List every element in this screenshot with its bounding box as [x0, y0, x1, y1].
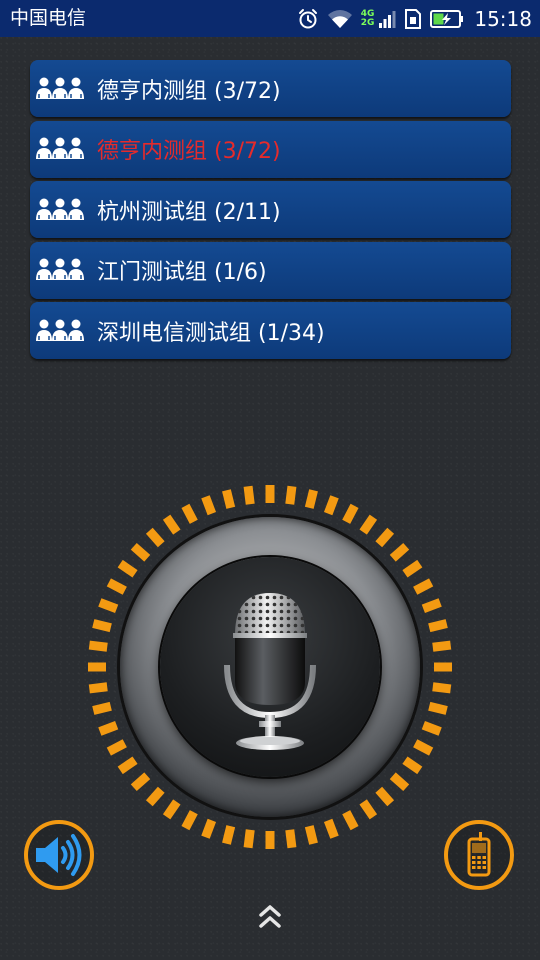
group-item[interactable]: 深圳电信测试组 (1/34): [30, 302, 511, 359]
ptt-ring-segment: [98, 598, 119, 614]
ptt-ring-segment: [432, 682, 452, 694]
speaker-button[interactable]: [24, 820, 94, 890]
ptt-ring-segment: [402, 559, 423, 578]
ptt-ring-segment: [432, 640, 452, 652]
ptt-bezel: [120, 517, 420, 817]
ptt-ring-segment: [222, 825, 236, 845]
ptt-ring-segment: [117, 559, 138, 578]
ptt-ring-segment: [88, 682, 108, 694]
group-label: 德亨内测组 (3/72): [97, 139, 281, 164]
ptt-ring-segment: [181, 810, 198, 831]
ptt-ring-segment: [304, 825, 318, 845]
ptt-ring-segment: [375, 527, 395, 548]
ptt-ring-segment: [428, 619, 448, 633]
status-bar: 中国电信 4G 2G 15:18: [0, 0, 540, 37]
ptt-control: [85, 482, 455, 852]
microphone-icon: [224, 593, 316, 750]
ptt-ring-segment: [342, 503, 359, 524]
ptt-ring-segment: [389, 772, 410, 792]
ptt-ring-segment: [285, 829, 297, 849]
ptt-ring-segment: [323, 818, 339, 839]
network-type: 4G 2G: [360, 9, 375, 28]
mobile-phone-icon: [467, 832, 491, 877]
ptt-ring-segment: [106, 578, 127, 595]
ptt-ring-segment: [145, 527, 165, 548]
group-icon: [36, 319, 84, 341]
ptt-ring-segment: [201, 818, 217, 839]
ptt-ring-segment: [243, 829, 255, 849]
carrier-name: 中国电信: [10, 7, 87, 29]
ptt-button[interactable]: [160, 557, 380, 777]
ptt-ring-segment: [106, 739, 127, 756]
ptt-ring-segment: [285, 485, 297, 505]
group-icon: [36, 77, 84, 99]
group-item[interactable]: 杭州测试组 (2/11): [30, 181, 511, 238]
status-icons: 4G 2G 15:18: [289, 0, 532, 37]
ptt-ring-segment: [92, 619, 112, 633]
ptt-ring-segment: [117, 756, 138, 775]
group-label: 德亨内测组 (3/72): [97, 78, 281, 104]
ptt-ring-segment: [359, 799, 378, 820]
ptt-ring-segment: [98, 720, 119, 736]
ptt-ring-segment: [413, 578, 434, 595]
ptt-ring-segment: [421, 598, 442, 614]
ptt-ring-segment: [304, 489, 318, 509]
ptt-ring-segment: [145, 786, 165, 807]
signal-icon: [379, 10, 396, 28]
group-item[interactable]: 德亨内测组 (3/72): [30, 60, 511, 117]
network-type-bottom: 2G: [360, 17, 375, 28]
sim-icon: [405, 8, 422, 29]
ptt-ring-segment: [428, 701, 448, 715]
ptt-ring-segment: [130, 772, 151, 792]
ptt-ring-segment: [88, 640, 108, 652]
ptt-ring-segment: [323, 495, 339, 516]
wifi-icon: [327, 9, 352, 28]
ptt-ring-segment: [222, 489, 236, 509]
ptt-ring-segment: [389, 542, 410, 562]
group-icon: [36, 198, 84, 220]
ptt-ring-segment: [162, 799, 181, 820]
group-icon: [36, 258, 84, 280]
group-item[interactable]: 江门测试组 (1/6): [30, 241, 511, 299]
group-icon: [36, 137, 84, 159]
status-clock: 15:18: [474, 6, 532, 31]
group-item-selected[interactable]: 德亨内测组 (3/72): [30, 120, 511, 178]
ptt-ring-segment: [421, 720, 442, 736]
alarm-icon: [298, 8, 317, 28]
ptt-ring-segment: [162, 514, 181, 535]
group-label: 深圳电信测试组 (1/34): [97, 320, 325, 346]
ptt-ring-segment: [413, 739, 434, 756]
speaker-icon: [36, 834, 82, 876]
battery-charging-icon: [430, 9, 464, 28]
double-chevron-up-icon[interactable]: [257, 900, 283, 934]
ptt-ring-segment: [342, 810, 359, 831]
ptt-ring-segment: [375, 786, 395, 807]
ptt-ring-segment: [201, 495, 217, 516]
ptt-ring-segment: [92, 701, 112, 715]
ptt-ring-segment: [359, 514, 378, 535]
ptt-ring-segment: [402, 756, 423, 775]
phone-call-button[interactable]: [444, 820, 514, 890]
ptt-ring-segment: [181, 503, 198, 524]
group-label: 杭州测试组 (2/11): [97, 199, 281, 225]
ptt-ring-segment: [243, 485, 255, 505]
group-list: 德亨内测组 (3/72) 德亨内测组 (3/72) 杭州测试组 (2/11) 江…: [30, 60, 511, 363]
group-label: 江门测试组 (1/6): [97, 260, 267, 285]
ptt-ring-segment: [130, 542, 151, 562]
